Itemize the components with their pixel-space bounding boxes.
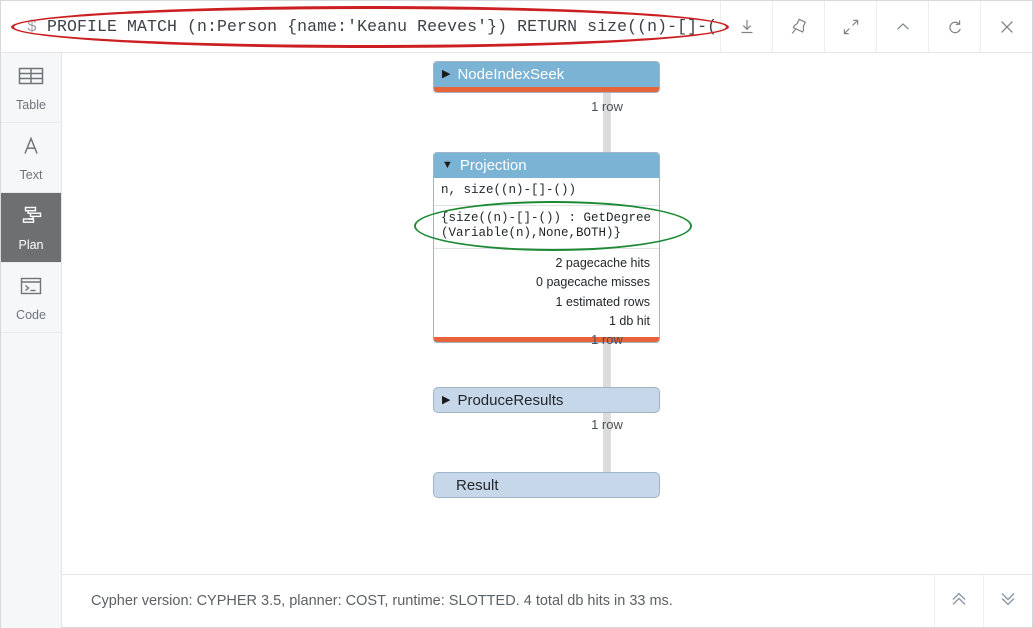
close-icon — [997, 17, 1017, 37]
plan-rows-label: 1 row — [591, 99, 623, 114]
chevron-right-icon: ▶ — [442, 393, 451, 406]
plan-icon — [17, 204, 45, 233]
double-chevron-down-icon — [997, 588, 1019, 615]
sidebar-item-code[interactable]: Code — [1, 263, 61, 333]
operator-identifiers: n, size((n)-[]-()) — [434, 178, 659, 206]
double-chevron-up-icon — [948, 588, 970, 615]
stat-line: 1 estimated rows — [555, 294, 650, 309]
status-summary: Cypher version: CYPHER 3.5, planner: COS… — [91, 593, 673, 609]
text-icon — [17, 134, 45, 163]
operator-name: Projection — [459, 157, 527, 174]
collapse-button[interactable] — [876, 1, 928, 52]
refresh-icon — [945, 17, 965, 37]
expand-button[interactable] — [824, 1, 876, 52]
refresh-button[interactable] — [928, 1, 980, 52]
query-text: $ PROFILE MATCH (n:Person {name:'Keanu R… — [27, 17, 720, 36]
pin-icon — [789, 17, 809, 37]
query-toolbar: $ PROFILE MATCH (n:Person {name:'Keanu R… — [1, 1, 1032, 53]
chevron-down-icon: ▼ — [442, 159, 453, 171]
operator-details-line1: {size((n)-[]-()) : GetDegree — [441, 210, 652, 225]
expand-icon — [841, 17, 861, 37]
chevron-up-icon — [893, 17, 913, 37]
result-actions — [720, 1, 1032, 52]
stat-line: 2 pagecache hits — [555, 255, 650, 270]
sidebar-item-plan[interactable]: Plan — [1, 193, 61, 263]
operator-cost-bar — [434, 87, 659, 92]
query-result-frame: $ PROFILE MATCH (n:Person {name:'Keanu R… — [0, 0, 1033, 628]
operator-name: Result — [456, 476, 499, 494]
plan-rows-label: 1 row — [591, 332, 623, 347]
query-display[interactable]: $ PROFILE MATCH (n:Person {name:'Keanu R… — [1, 1, 720, 52]
query-prompt: $ — [27, 17, 38, 36]
chevron-right-icon: ▶ — [442, 68, 451, 80]
download-button[interactable] — [720, 1, 772, 52]
sidebar-item-table[interactable]: Table — [1, 53, 61, 123]
view-mode-sidebar: Table Text Plan Code — [1, 53, 62, 628]
stat-line: 1 db hit — [608, 314, 650, 328]
table-icon — [17, 64, 45, 93]
pin-button[interactable] — [772, 1, 824, 52]
operator-name: ProduceResults — [457, 391, 564, 409]
operator-header[interactable]: ▶ NodeIndexSeek — [434, 62, 659, 87]
stat-line: 0 pagecache misses — [536, 275, 650, 290]
close-button[interactable] — [980, 1, 1032, 52]
sidebar-item-label: Plan — [18, 237, 44, 252]
plan-operator-produceresults[interactable]: ▶ ProduceResults — [433, 387, 660, 413]
plan-rows-label: 1 row — [591, 417, 623, 432]
query-plan-canvas: ▶ NodeIndexSeek 1 row ▼ Projection n, si… — [62, 53, 1032, 575]
query-string: PROFILE MATCH (n:Person {name:'Keanu Ree… — [47, 17, 720, 36]
scroll-bottom-button[interactable] — [983, 575, 1032, 627]
operator-details-line2: (Variable(n),None,BOTH)} — [441, 226, 622, 241]
operator-stats: 2 pagecache hits 0 pagecache misses 1 es… — [434, 249, 659, 338]
operator-details: {size((n)-[]-()) : GetDegree (Variable(n… — [434, 206, 659, 249]
plan-status-bar: Cypher version: CYPHER 3.5, planner: COS… — [62, 574, 1032, 627]
code-icon — [17, 274, 45, 303]
operator-name: NodeIndexSeek — [457, 66, 565, 83]
operator-header[interactable]: ▼ Projection — [434, 153, 659, 178]
download-icon — [737, 17, 757, 37]
sidebar-item-label: Code — [16, 307, 46, 322]
scroll-top-button[interactable] — [934, 575, 983, 627]
sidebar-item-label: Table — [16, 97, 46, 112]
plan-operator-nodeindexseek[interactable]: ▶ NodeIndexSeek — [433, 61, 660, 93]
plan-operator-result[interactable]: Result — [433, 472, 660, 498]
sidebar-item-text[interactable]: Text — [1, 123, 61, 193]
sidebar-item-label: Text — [19, 167, 43, 182]
plan-operator-projection[interactable]: ▼ Projection n, size((n)-[]-()) {size((n… — [433, 152, 660, 344]
